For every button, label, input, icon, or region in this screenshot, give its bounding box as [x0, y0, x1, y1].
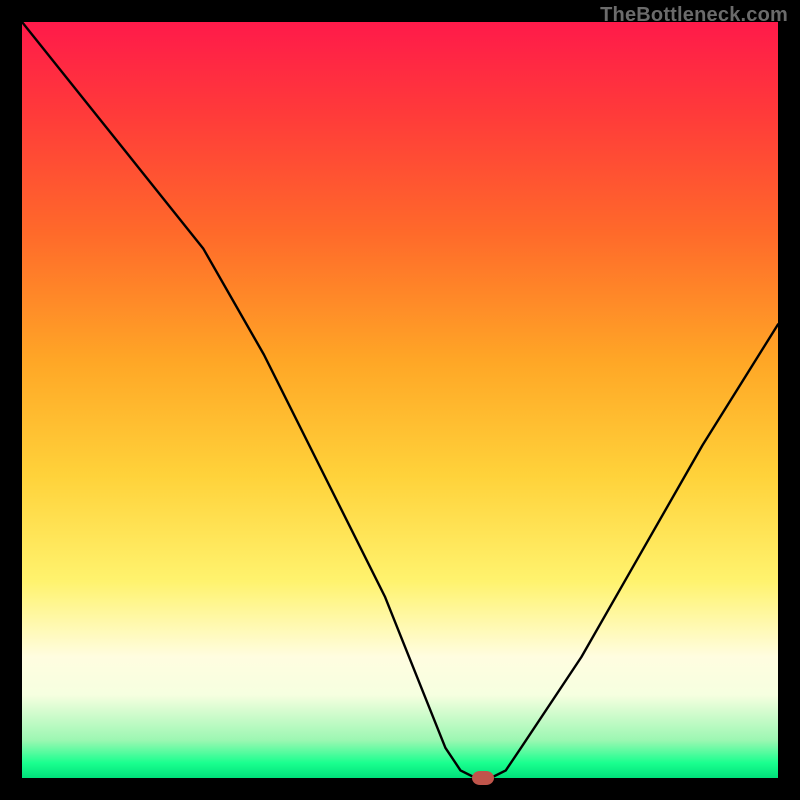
- chart-frame: TheBottleneck.com: [0, 0, 800, 800]
- gradient-stage: [22, 22, 778, 778]
- watermark-label: TheBottleneck.com: [600, 4, 788, 27]
